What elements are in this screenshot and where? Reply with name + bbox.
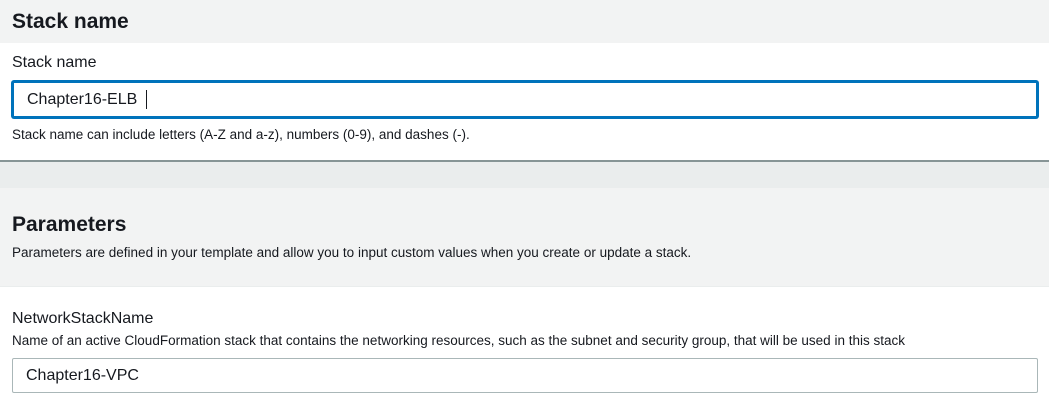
- stack-name-field-label: Stack name: [12, 54, 97, 71]
- create-stack-form: Stack name Stack name Stack name can inc…: [0, 0, 1049, 404]
- param-network-stack-name-description: Name of an active CloudFormation stack t…: [12, 333, 905, 348]
- text-cursor: [146, 90, 147, 109]
- stack-name-input[interactable]: [12, 81, 1038, 118]
- parameters-section-description: Parameters are defined in your template …: [12, 245, 692, 260]
- parameters-section-title: Parameters: [12, 213, 127, 236]
- section-gap: [0, 162, 1049, 188]
- parameters-separator: [0, 286, 1049, 287]
- param-network-stack-name-input[interactable]: [12, 358, 1038, 393]
- param-network-stack-name-label: NetworkStackName: [12, 310, 154, 327]
- parameters-panel-header: Parameters Parameters are defined in you…: [0, 188, 1049, 286]
- stack-name-panel-body: Stack name Stack name can include letter…: [0, 43, 1049, 161]
- stack-name-section-title: Stack name: [12, 10, 129, 33]
- stack-name-hint: Stack name can include letters (A-Z and …: [12, 127, 470, 142]
- stack-name-panel-header: Stack name: [0, 0, 1049, 43]
